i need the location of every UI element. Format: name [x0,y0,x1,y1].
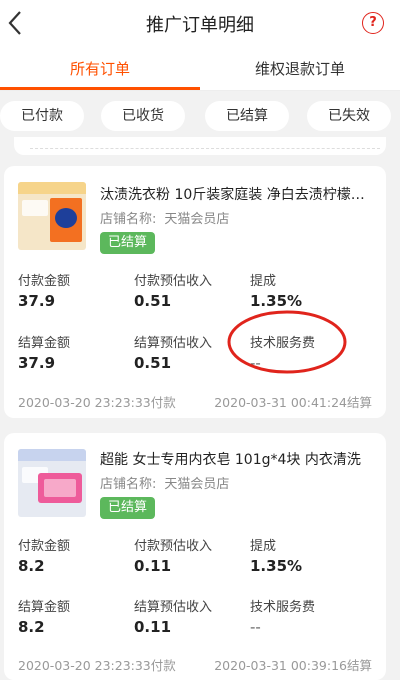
rate-value: 1.35% [250,557,303,575]
settle-amount-label: 结算金额 [18,336,71,351]
status-badge: 已结算 [100,497,156,519]
pay-income-label: 付款预估收入 [134,274,213,289]
settle-income-label: 结算预估收入 [134,600,213,615]
rate-label: 提成 [250,539,277,554]
shop-label: 店铺名称: [100,212,157,227]
settle-income-value: 0.11 [134,618,172,636]
pay-income-value: 0.11 [134,557,172,575]
settle-amount-label: 结算金额 [18,600,71,615]
filter-invalid[interactable]: 已失效 [307,101,391,131]
shop-label: 店铺名称: [100,477,157,492]
pay-income-value: 0.51 [134,292,172,310]
settle-income-value: 0.51 [134,354,172,372]
shop-name: 天猫会员店 [164,212,230,227]
service-fee-label: 技术服务费 [250,600,316,615]
shop-name: 天猫会员店 [164,477,230,492]
order-card[interactable]: 超能 女士专用内衣皂 101g*4块 内衣清洗 店铺名称: 天猫会员店 已结算 付… [4,433,386,680]
filter-received[interactable]: 已收货 [101,101,185,131]
pay-amount-value: 37.9 [18,292,56,310]
annotation-circle [227,310,347,374]
settle-amount-value: 8.2 [18,618,45,636]
page-title: 推广订单明细 [146,15,254,36]
pay-income-label: 付款预估收入 [134,539,213,554]
rate-label: 提成 [250,274,277,289]
service-fee-value: -- [250,618,261,636]
status-badge: 已结算 [100,232,156,254]
status-filter-bar: 已付款 已收货 已结算 已失效 [0,91,400,137]
product-thumbnail[interactable] [18,449,86,517]
previous-card-divider [30,145,380,149]
pay-amount-label: 付款金额 [18,274,71,289]
pay-time: 2020-03-20 23:23:33付款 [18,658,176,673]
tab-all-orders[interactable]: 所有订单 [0,58,200,79]
product-title[interactable]: 汰渍洗衣粉 10斤装家庭装 净白去渍柠檬清... [100,184,372,204]
order-card[interactable]: 汰渍洗衣粉 10斤装家庭装 净白去渍柠檬清... 店铺名称: 天猫会员店 已结算 … [4,166,386,418]
filter-paid[interactable]: 已付款 [0,101,84,131]
pay-amount-value: 8.2 [18,557,45,575]
product-package-icon [50,198,82,242]
help-icon[interactable]: ? [362,12,384,34]
pay-amount-label: 付款金额 [18,539,71,554]
product-package-icon [38,473,82,503]
app-header: 推广订单明细 ? [0,0,400,46]
product-thumbnail[interactable] [18,182,86,250]
settle-income-label: 结算预估收入 [134,336,213,351]
settle-time: 2020-03-31 00:39:16结算 [214,658,372,673]
tab-refund-orders[interactable]: 维权退款订单 [200,58,400,79]
settle-time: 2020-03-31 00:41:24结算 [214,395,372,410]
shop-info: 店铺名称: 天猫会员店 [100,208,229,227]
rate-value: 1.35% [250,292,303,310]
order-timestamps: 2020-03-20 23:23:33付款 2020-03-31 00:41:2… [18,392,372,411]
settle-amount-value: 37.9 [18,354,56,372]
product-title[interactable]: 超能 女士专用内衣皂 101g*4块 内衣清洗 [100,449,372,469]
tab-bar: 所有订单 维权退款订单 [0,46,400,90]
filter-settled[interactable]: 已结算 [205,101,289,131]
shop-info: 店铺名称: 天猫会员店 [100,473,229,492]
order-timestamps: 2020-03-20 23:23:33付款 2020-03-31 00:39:1… [18,655,372,674]
pay-time: 2020-03-20 23:23:33付款 [18,395,176,410]
